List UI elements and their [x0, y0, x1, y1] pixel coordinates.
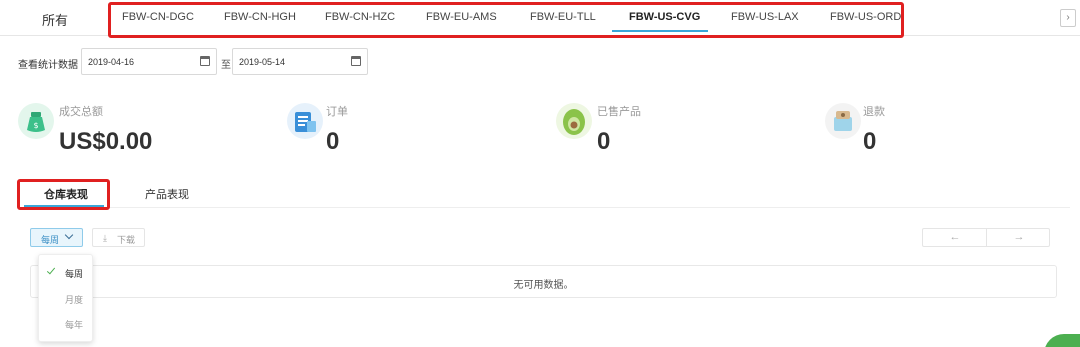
period-select[interactable]: 每周: [30, 228, 83, 247]
download-icon: ⤓: [103, 233, 107, 243]
pager-divider: [986, 229, 987, 246]
tab-fbw-eu-tll[interactable]: FBW-EU-TLL: [530, 11, 596, 23]
tab-product-performance[interactable]: 产品表现: [145, 186, 189, 202]
subtab-divider: [18, 207, 1070, 208]
dropdown-option-weekly[interactable]: 每周: [39, 262, 92, 284]
tab-fbw-cn-dgc[interactable]: FBW-CN-DGC: [122, 11, 194, 23]
stat-label-orders: 订单: [326, 106, 348, 118]
active-tab-indicator: [612, 30, 708, 32]
date-range-separator: 至: [221, 60, 231, 71]
dropdown-option-monthly[interactable]: 月度: [39, 288, 92, 310]
tab-fbw-us-lax[interactable]: FBW-US-LAX: [731, 11, 799, 23]
prev-page-button[interactable]: ←: [945, 231, 965, 243]
avocado-icon: [556, 103, 592, 139]
end-date-input[interactable]: 2019-05-14: [232, 48, 368, 75]
money-bag-icon: $: [18, 103, 54, 139]
orders-icon: [287, 103, 323, 139]
data-table-empty: 无可用数据。: [30, 265, 1057, 298]
tab-all[interactable]: 所有: [42, 10, 68, 29]
tab-fbw-cn-hzc[interactable]: FBW-CN-HZC: [325, 11, 395, 23]
dropdown-option-yearly[interactable]: 每年: [39, 313, 92, 335]
stat-value-orders: 0: [326, 128, 340, 155]
period-select-value: 每周: [41, 235, 60, 245]
chevron-down-icon: [64, 230, 74, 240]
tab-scroll-right-button[interactable]: ›: [1060, 9, 1076, 27]
refund-box-icon: [825, 103, 861, 139]
active-subtab-indicator: [24, 205, 104, 207]
svg-text:$: $: [33, 121, 38, 130]
period-dropdown-menu: 每周 月度 每年: [38, 254, 93, 342]
tab-warehouse-performance[interactable]: 仓库表现: [44, 186, 88, 202]
stat-value-gmv: US$0.00: [59, 128, 153, 155]
tab-fbw-us-ord[interactable]: FBW-US-ORD: [830, 11, 901, 23]
date-filter-label: 查看统计数据: [18, 60, 78, 71]
start-date-value: 2019-04-16: [88, 57, 135, 67]
dropdown-option-label: 月度: [65, 295, 84, 305]
calendar-icon[interactable]: [200, 56, 210, 66]
end-date-value: 2019-05-14: [239, 57, 286, 67]
tab-fbw-cn-hgh[interactable]: FBW-CN-HGH: [224, 11, 296, 23]
pagination: ← →: [922, 228, 1050, 247]
tab-fbw-eu-ams[interactable]: FBW-EU-AMS: [426, 11, 497, 23]
start-date-input[interactable]: 2019-04-16: [81, 48, 217, 75]
stat-value-sold-products: 0: [597, 128, 611, 155]
stat-label-refunds: 退款: [863, 106, 885, 118]
download-button[interactable]: ⤓ 下载: [92, 228, 145, 247]
next-page-button[interactable]: →: [1009, 231, 1029, 243]
download-label: 下载: [117, 235, 136, 245]
dropdown-option-label: 每年: [65, 320, 84, 330]
dropdown-option-label: 每周: [65, 269, 84, 279]
stat-label-sold-products: 已售产品: [597, 106, 641, 118]
empty-message: 无可用数据。: [513, 280, 574, 291]
chat-widget-button[interactable]: [1044, 334, 1080, 347]
calendar-icon[interactable]: [351, 56, 361, 66]
tab-fbw-us-cvg[interactable]: FBW-US-CVG: [629, 11, 700, 23]
stat-value-refunds: 0: [863, 128, 877, 155]
checkmark-icon: [46, 265, 56, 275]
warehouse-tab-bar: 所有 FBW-CN-DGC FBW-CN-HGH FBW-CN-HZC FBW-…: [0, 0, 1080, 38]
stat-label-gmv: 成交总额: [59, 106, 103, 118]
